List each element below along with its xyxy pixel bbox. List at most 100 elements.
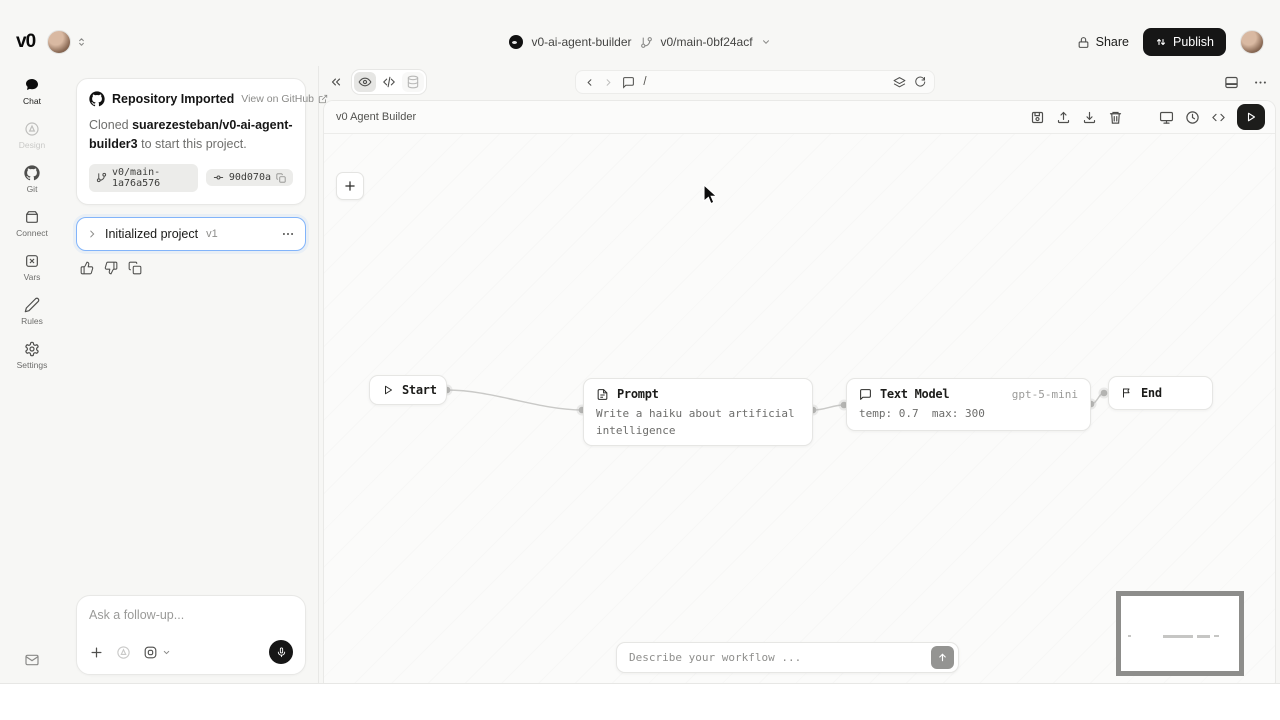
publish-icon: [1155, 36, 1167, 48]
repo-badges: v0/main-1a76a576 90d070a: [89, 164, 293, 192]
rail-item-rules[interactable]: Rules: [4, 292, 60, 330]
workspace-avatar[interactable]: [47, 30, 71, 54]
node-end[interactable]: End: [1108, 376, 1213, 410]
chat-input[interactable]: [89, 608, 293, 622]
node-prompt[interactable]: Prompt Write a haiku about artificial in…: [583, 378, 813, 446]
node-start[interactable]: Start: [369, 375, 447, 405]
design-mode-icon[interactable]: [116, 645, 131, 660]
github-icon: [89, 91, 105, 107]
panel-bottom-icon[interactable]: [1224, 75, 1239, 90]
git-branch-icon: [96, 172, 107, 183]
feedback-row: [76, 261, 306, 275]
rail-item-settings[interactable]: Settings: [4, 336, 60, 374]
workspace-switcher-icon[interactable]: [76, 35, 87, 49]
copy-icon[interactable]: [128, 261, 142, 275]
gear-icon: [24, 341, 40, 357]
publish-button[interactable]: Publish: [1143, 28, 1226, 56]
chevron-right-icon[interactable]: [87, 229, 97, 239]
code-icon[interactable]: [1211, 110, 1226, 125]
mail-icon[interactable]: [24, 652, 40, 668]
app-root: v0 v0-ai-agent-builder v0/main-0bf24acf: [0, 0, 1280, 720]
user-avatar[interactable]: [1240, 30, 1264, 54]
v0-logo[interactable]: v0: [16, 31, 35, 53]
view-mode-switcher: [351, 69, 427, 95]
branch-badge[interactable]: v0/main-1a76a576: [89, 164, 198, 192]
chat-icon: [24, 77, 40, 93]
message-square-icon: [859, 388, 872, 401]
preview-toolbar: /: [319, 66, 1280, 96]
mic-button[interactable]: [269, 640, 293, 664]
repo-imported-card: Repository Imported View on GitHub Clone…: [76, 78, 306, 205]
file-text-icon: [596, 388, 609, 401]
rail-item-chat[interactable]: Chat: [4, 72, 60, 110]
node-text-model-params: temp: 0.7 max: 300: [847, 405, 1090, 431]
header-right: Share Publish: [964, 28, 1264, 56]
left-rail: Chat Design Git Connect: [0, 66, 64, 683]
model-icon: [143, 645, 158, 660]
minimap[interactable]: [1116, 591, 1244, 676]
collapse-sidebar-icon[interactable]: [329, 75, 343, 89]
flag-icon: [1121, 387, 1133, 399]
project-icon: [509, 35, 523, 49]
preview-eye-toggle[interactable]: [354, 72, 376, 92]
more-options-icon[interactable]: [1253, 75, 1268, 90]
workflow-send-button[interactable]: [931, 646, 954, 669]
rail-item-design[interactable]: Design: [4, 116, 60, 154]
pencil-icon: [24, 297, 40, 313]
preview-pane: /: [318, 66, 1280, 683]
history-clock-icon[interactable]: [1185, 110, 1200, 125]
design-icon: [24, 121, 40, 137]
app-window: v0 v0-ai-agent-builder v0/main-0bf24acf: [0, 0, 1280, 684]
chevron-down-icon[interactable]: [761, 37, 771, 47]
run-workflow-button[interactable]: [1237, 104, 1265, 130]
preview-url-bar: /: [575, 70, 935, 94]
eye-icon: [358, 75, 372, 89]
refresh-icon[interactable]: [914, 76, 926, 88]
view-on-github-link[interactable]: View on GitHub: [241, 93, 328, 105]
plus-icon[interactable]: [89, 645, 104, 660]
nav-back-icon[interactable]: [584, 77, 595, 88]
code-view-toggle[interactable]: [378, 72, 400, 92]
share-button[interactable]: Share: [1077, 35, 1129, 49]
rail-item-git[interactable]: Git: [4, 160, 60, 198]
rail-item-connect[interactable]: Connect: [4, 204, 60, 242]
node-model-name: gpt-5-mini: [1012, 388, 1078, 401]
workflow-input[interactable]: [629, 651, 931, 664]
copy-icon[interactable]: [276, 173, 286, 183]
thumbs-down-icon[interactable]: [104, 261, 118, 275]
node-prompt-body: Write a haiku about artificial intellige…: [584, 405, 812, 448]
layers-icon[interactable]: [893, 76, 906, 89]
thumbs-up-icon[interactable]: [80, 261, 94, 275]
github-icon: [24, 165, 40, 181]
node-text-model[interactable]: Text Model gpt-5-mini temp: 0.7 max: 300: [846, 378, 1091, 431]
chat-composer: [76, 595, 306, 675]
rail-item-vars[interactable]: Vars: [4, 248, 60, 286]
save-icon[interactable]: [1030, 110, 1045, 125]
ellipsis-icon[interactable]: [281, 227, 295, 241]
repo-card-body: Cloned suarezesteban/v0-ai-agent-builder…: [89, 116, 293, 154]
url-path[interactable]: /: [643, 76, 885, 88]
trash-icon[interactable]: [1108, 110, 1123, 125]
nav-forward-icon[interactable]: [603, 77, 614, 88]
comment-icon[interactable]: [622, 76, 635, 89]
add-node-button[interactable]: [336, 172, 364, 200]
chat-panel: Repository Imported View on GitHub Clone…: [64, 66, 318, 683]
agent-builder-title: v0 Agent Builder: [336, 111, 416, 123]
branch-name[interactable]: v0/main-0bf24acf: [661, 35, 753, 49]
upload-icon[interactable]: [1056, 110, 1071, 125]
workflow-canvas[interactable]: Start Prompt Write a haiku about artific…: [324, 134, 1275, 683]
agent-builder-panel: v0 Agent Builder: [323, 100, 1276, 683]
commit-badge[interactable]: 90d070a: [206, 169, 293, 186]
model-selector[interactable]: [143, 645, 171, 660]
repo-card-title: Repository Imported: [112, 92, 234, 106]
project-name[interactable]: v0-ai-agent-builder: [531, 35, 631, 49]
agent-builder-header: v0 Agent Builder: [324, 101, 1275, 134]
header-project-nav: v0-ai-agent-builder v0/main-0bf24acf: [316, 35, 964, 49]
download-icon[interactable]: [1082, 110, 1097, 125]
database-view-toggle[interactable]: [402, 72, 424, 92]
lock-icon: [1077, 36, 1090, 49]
version-card-initialized-project[interactable]: Initialized project v1: [76, 217, 306, 251]
git-commit-icon: [213, 172, 224, 183]
external-link-icon: [318, 94, 328, 104]
monitor-icon[interactable]: [1159, 110, 1174, 125]
